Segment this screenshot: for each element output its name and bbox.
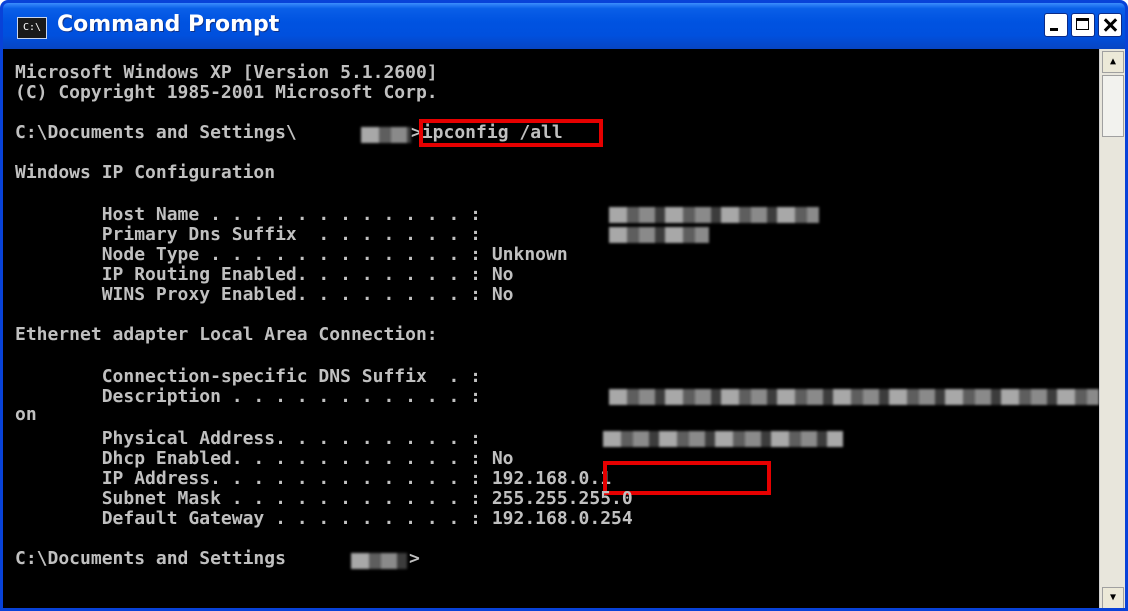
console-line-dns-suffix: Primary Dns Suffix . . . . . . . : <box>15 224 481 245</box>
console-line-host-name: Host Name . . . . . . . . . . . . : <box>15 204 481 225</box>
redacted-username <box>361 127 411 143</box>
redacted-description <box>609 389 1099 405</box>
console-line-ip-routing: IP Routing Enabled. . . . . . . . : No <box>15 264 514 285</box>
console-line-default-gateway: Default Gateway . . . . . . . . . : 192.… <box>15 508 633 529</box>
console-line-connection-dns: Connection-specific DNS Suffix . : <box>15 366 481 387</box>
console-line-version: Microsoft Windows XP [Version 5.1.2600] <box>15 62 438 83</box>
command-highlight-box <box>419 119 603 147</box>
console-line-ip-config: Windows IP Configuration <box>15 162 276 183</box>
console-line-prompt: C:\Documents and Settings\ <box>15 122 297 143</box>
redacted-username-final <box>351 553 407 569</box>
redacted-host-name <box>609 207 819 223</box>
console-line-copyright: (C) Copyright 1985-2001 Microsoft Corp. <box>15 82 438 103</box>
console-line-final-prompt: C:\Documents and Settings <box>15 548 286 569</box>
console-line-dhcp: Dhcp Enabled. . . . . . . . . . . : No <box>15 448 514 469</box>
console-prompt-caret: > <box>409 548 420 569</box>
scroll-down-arrow-icon[interactable]: ▼ <box>1102 587 1124 608</box>
redacted-dns-suffix <box>609 227 709 243</box>
scroll-up-arrow-icon[interactable]: ▲ <box>1102 51 1124 73</box>
vertical-scrollbar[interactable]: ▲ ▼ <box>1099 49 1125 608</box>
console-line-ip-address: IP Address. . . . . . . . . . . . : 192.… <box>15 468 612 489</box>
console-line-node-type: Node Type . . . . . . . . . . . . : Unkn… <box>15 244 568 265</box>
close-button[interactable] <box>1098 13 1122 37</box>
console-line-ethernet-adapter: Ethernet adapter Local Area Connection: <box>15 324 438 345</box>
command-prompt-icon[interactable]: C:\ <box>17 17 47 39</box>
console-output[interactable]: Microsoft Windows XP [Version 5.1.2600] … <box>3 49 1099 608</box>
console-line-physical-address: Physical Address. . . . . . . . . : <box>15 428 481 449</box>
console-line-subnet-mask: Subnet Mask . . . . . . . . . . . : 255.… <box>15 488 633 509</box>
redacted-physical-address <box>603 431 843 447</box>
command-prompt-window: C:\ Command Prompt Microsoft Windows XP … <box>0 0 1128 611</box>
maximize-button[interactable] <box>1071 13 1095 37</box>
minimize-button[interactable] <box>1044 13 1068 37</box>
console-line-description-wrap: on <box>15 404 37 425</box>
console-line-description: Description . . . . . . . . . . . : <box>15 386 481 407</box>
title-bar[interactable]: C:\ Command Prompt <box>3 3 1125 49</box>
window-title: Command Prompt <box>57 12 280 37</box>
scrollbar-thumb[interactable] <box>1102 75 1124 137</box>
console-line-wins-proxy: WINS Proxy Enabled. . . . . . . . : No <box>15 284 514 305</box>
